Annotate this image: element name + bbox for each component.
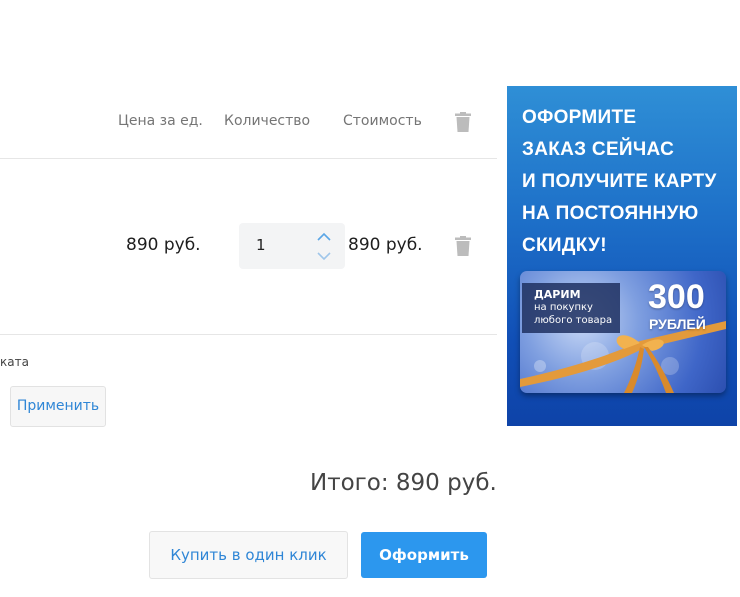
header-cost: Стоимость bbox=[343, 113, 422, 129]
checkout-button[interactable]: Оформить bbox=[361, 532, 487, 578]
promo-banner[interactable]: ОФОРМИТЕ ЗАКАЗ СЕЙЧАС И ПОЛУЧИТЕ КАРТУ Н… bbox=[507, 86, 737, 426]
trash-icon[interactable] bbox=[455, 112, 471, 132]
unit-price-cell: 890 руб. bbox=[126, 235, 201, 255]
banner-line: ОФОРМИТЕ bbox=[522, 107, 637, 128]
banner-line: ЗАКАЗ СЕЙЧАС bbox=[522, 139, 675, 160]
card-unit: РУБЛЕЙ bbox=[649, 316, 706, 332]
chevron-down-icon[interactable] bbox=[315, 249, 333, 263]
header-unit-price: Цена за ед. bbox=[118, 113, 203, 129]
card-tag: ДАРИМ на покупку любого товара bbox=[522, 283, 620, 333]
banner-line: НА ПОСТОЯННУЮ bbox=[522, 203, 699, 224]
card-amount: 300 bbox=[648, 278, 705, 316]
coupon-label: ката bbox=[0, 355, 29, 369]
header-quantity: Количество bbox=[224, 113, 311, 129]
table-divider bbox=[0, 158, 497, 159]
one-click-buy-button[interactable]: Купить в один клик bbox=[149, 531, 348, 579]
cost-cell: 890 руб. bbox=[348, 235, 423, 255]
trash-icon[interactable] bbox=[455, 236, 471, 256]
card-tag-line: на покупку bbox=[534, 302, 593, 313]
quantity-stepper[interactable]: 1 bbox=[239, 223, 345, 269]
quantity-value[interactable]: 1 bbox=[256, 236, 266, 254]
table-divider bbox=[0, 334, 497, 335]
banner-line: СКИДКУ! bbox=[522, 235, 607, 256]
card-tag-line: любого товара bbox=[534, 315, 613, 326]
card-tag-line: ДАРИМ bbox=[534, 288, 581, 301]
banner-line: И ПОЛУЧИТЕ КАРТУ bbox=[522, 171, 717, 192]
banner-headline: ОФОРМИТЕ ЗАКАЗ СЕЙЧАС И ПОЛУЧИТЕ КАРТУ Н… bbox=[522, 102, 732, 262]
order-total: Итого: 890 руб. bbox=[310, 470, 497, 496]
gift-card-image: ДАРИМ на покупку любого товара 300 РУБЛЕ… bbox=[520, 271, 726, 393]
apply-coupon-button[interactable]: Применить bbox=[10, 386, 106, 427]
chevron-up-icon[interactable] bbox=[315, 230, 333, 244]
